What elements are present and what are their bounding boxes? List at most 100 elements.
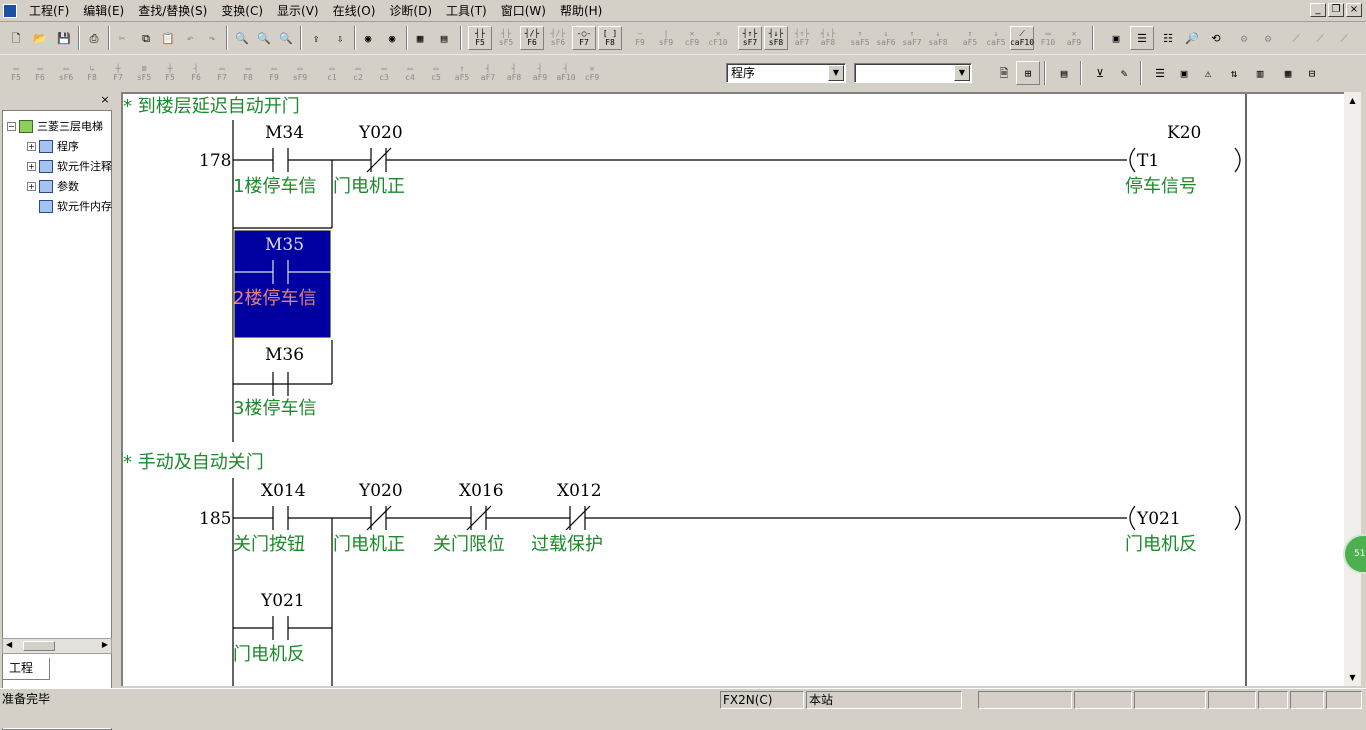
contact-device[interactable]: Y020 [358, 481, 403, 501]
contact-device[interactable]: M35 [265, 235, 304, 255]
ladder-scrollbar[interactable]: ▲ ▼ [1344, 92, 1361, 686]
menu-online[interactable]: 在线(O) [326, 4, 383, 18]
tree-item-program[interactable]: + 程序 [27, 137, 79, 155]
key-af5[interactable]: ↑ aF5 [450, 61, 474, 85]
close-icon[interactable]: × [99, 94, 111, 106]
key-f7[interactable]: ┼ F7 [106, 61, 130, 85]
delete-vline-button[interactable]: ✕ cF10 [706, 26, 730, 50]
parallel-rising-button[interactable]: ┤↑├ aF7 [790, 26, 814, 50]
read-plc-icon[interactable]: ⇩ [328, 26, 352, 50]
key-c1[interactable]: ▭ c1 [320, 61, 344, 85]
menu-view[interactable]: 显示(V) [270, 4, 326, 18]
draw-rule-button[interactable]: ▭ F10 [1036, 26, 1060, 50]
memory-icon[interactable]: ▣ [1172, 61, 1196, 85]
paste-icon[interactable]: 📋 [156, 26, 180, 50]
expand-icon[interactable]: + [27, 181, 36, 191]
program-select[interactable]: 程序 ▼ [726, 63, 846, 83]
contact-device[interactable]: Y020 [358, 123, 403, 143]
instruction-button[interactable]: [ ] F8 [598, 26, 622, 50]
minimize-button[interactable]: _ [1310, 3, 1326, 17]
grid-icon[interactable]: ▦ [1276, 61, 1300, 85]
coil-device[interactable]: T1 [1137, 151, 1159, 171]
copy-icon[interactable]: ⧉ [134, 26, 158, 50]
monitor-start-icon[interactable]: ⟲ [1204, 26, 1228, 50]
key-af10[interactable]: ┤ aF10 [554, 61, 578, 85]
scroll-up-icon[interactable]: ▲ [1344, 92, 1361, 109]
key-sf5[interactable]: ⊠ sF5 [132, 61, 156, 85]
scroll-right-icon[interactable]: ▶ [102, 640, 108, 649]
monitor-write-icon[interactable]: ◉ [380, 26, 404, 50]
list-icon[interactable]: ▥ [1248, 61, 1272, 85]
parameter-icon[interactable]: ☰ [1148, 61, 1172, 85]
key-c5[interactable]: ▭ c5 [424, 61, 448, 85]
key-f5[interactable]: ▭ F5 [4, 61, 28, 85]
menu-edit[interactable]: 编辑(E) [76, 4, 131, 18]
parallel-no-contact-button[interactable]: ┤├ sF5 [494, 26, 518, 50]
ladder-view-icon[interactable]: ▦ [408, 26, 432, 50]
find-step-icon[interactable]: 🔍 [274, 26, 298, 50]
tree-item-parameter[interactable]: + 参数 [27, 177, 79, 195]
tree-item-device-comment[interactable]: + 软元件注释 [27, 157, 112, 175]
operation-result-button[interactable]: ↓ caF5 [984, 26, 1008, 50]
menu-find-replace[interactable]: 查找/替换(S) [131, 4, 214, 18]
key-c2[interactable]: ▭ c2 [346, 61, 370, 85]
restore-button[interactable]: ❐ [1328, 3, 1344, 17]
edit-page-icon[interactable]: 🗎 [992, 61, 1016, 85]
invert-button[interactable]: ↑ aF5 [958, 26, 982, 50]
contact-device[interactable]: M34 [265, 123, 304, 143]
app-icon[interactable] [3, 4, 17, 18]
comment-edit-icon[interactable]: ▣ [1104, 26, 1128, 50]
close-button[interactable]: × [1346, 3, 1362, 17]
key-f8[interactable]: ↳ F8 [80, 61, 104, 85]
menu-help[interactable]: 帮助(H) [553, 4, 609, 18]
scroll-down-icon[interactable]: ▼ [1344, 669, 1361, 686]
contact-device[interactable]: M36 [265, 345, 304, 365]
key-af8[interactable]: ┤ aF8 [502, 61, 526, 85]
batch-test-icon[interactable]: ⚙ [1256, 26, 1280, 50]
contact-device[interactable]: X016 [459, 481, 504, 501]
rising-contact-button[interactable]: ┤↑├ sF7 [738, 26, 762, 50]
ladder-editor[interactable]: * 到楼层延迟自动开门 178 M34 1楼停车信 Y020 门电机正 K20 … [121, 92, 1361, 686]
key-f6[interactable]: ▭ F6 [28, 61, 52, 85]
new-file-icon[interactable]: 🗋 [4, 26, 28, 50]
parallel-falling-button[interactable]: ┤↓├ aF8 [816, 26, 840, 50]
timing-chart-icon[interactable]: ⟋ [1284, 26, 1308, 50]
split-icon[interactable]: ⊟ [1300, 61, 1324, 85]
tree-toggle-icon[interactable]: ⊞ [1016, 61, 1040, 85]
key-c4[interactable]: ▭ c4 [398, 61, 422, 85]
nc-contact-button[interactable]: ┤/├ F6 [520, 26, 544, 50]
undo-icon[interactable]: ↶ [178, 26, 202, 50]
rising-pulse-button[interactable]: ↑ saF5 [848, 26, 872, 50]
no-contact-button[interactable]: ┤├ F5 [468, 26, 492, 50]
parallel-falling-pulse-button[interactable]: ↓ saF8 [926, 26, 950, 50]
block-select[interactable]: ▼ [854, 63, 972, 83]
key-f5-b[interactable]: ┼ F5 [158, 61, 182, 85]
key-cf9[interactable]: ✕ cF9 [580, 61, 604, 85]
coil-device[interactable]: Y021 [1136, 509, 1181, 529]
device-test-icon[interactable]: ⚙ [1232, 26, 1256, 50]
key-c3[interactable]: ▭ c3 [372, 61, 396, 85]
key-f8-b[interactable]: ▭ F8 [236, 61, 260, 85]
key-af9[interactable]: ┤ aF9 [528, 61, 552, 85]
tree-item-device-memory[interactable]: 软元件内存 [39, 197, 112, 215]
tree-item-root[interactable]: − 三菱三层电梯 [7, 117, 103, 135]
ladder-diagram[interactable]: * 到楼层延迟自动开门 178 M34 1楼停车信 Y020 门电机正 K20 … [123, 94, 1345, 686]
delete-hline-button[interactable]: ✕ cF9 [680, 26, 704, 50]
vline-button[interactable]: | sF9 [654, 26, 678, 50]
save-icon[interactable]: 💾 [52, 26, 76, 50]
trace-icon[interactable]: ⟋ [1308, 26, 1332, 50]
expand-icon[interactable]: + [27, 161, 36, 171]
filter-icon[interactable]: ⊻ [1088, 61, 1112, 85]
zoom-icon[interactable]: 🔎 [1180, 26, 1204, 50]
panel-scrollbar[interactable]: ◀ ▶ [2, 638, 112, 654]
menu-convert[interactable]: 变换(C) [214, 4, 270, 18]
key-f9[interactable]: ▭ F9 [262, 61, 286, 85]
cut-icon[interactable]: ✂ [110, 26, 134, 50]
list-view-icon[interactable]: ▤ [432, 26, 456, 50]
delete-rule-button[interactable]: ✕ aF9 [1062, 26, 1086, 50]
key-f6-b[interactable]: ┤ F6 [184, 61, 208, 85]
chevron-down-icon[interactable]: ▼ [954, 65, 970, 81]
menu-project[interactable]: 工程(F) [22, 4, 76, 18]
statement-edit-icon[interactable]: ☰ [1130, 26, 1154, 50]
menu-tools[interactable]: 工具(T) [439, 4, 494, 18]
